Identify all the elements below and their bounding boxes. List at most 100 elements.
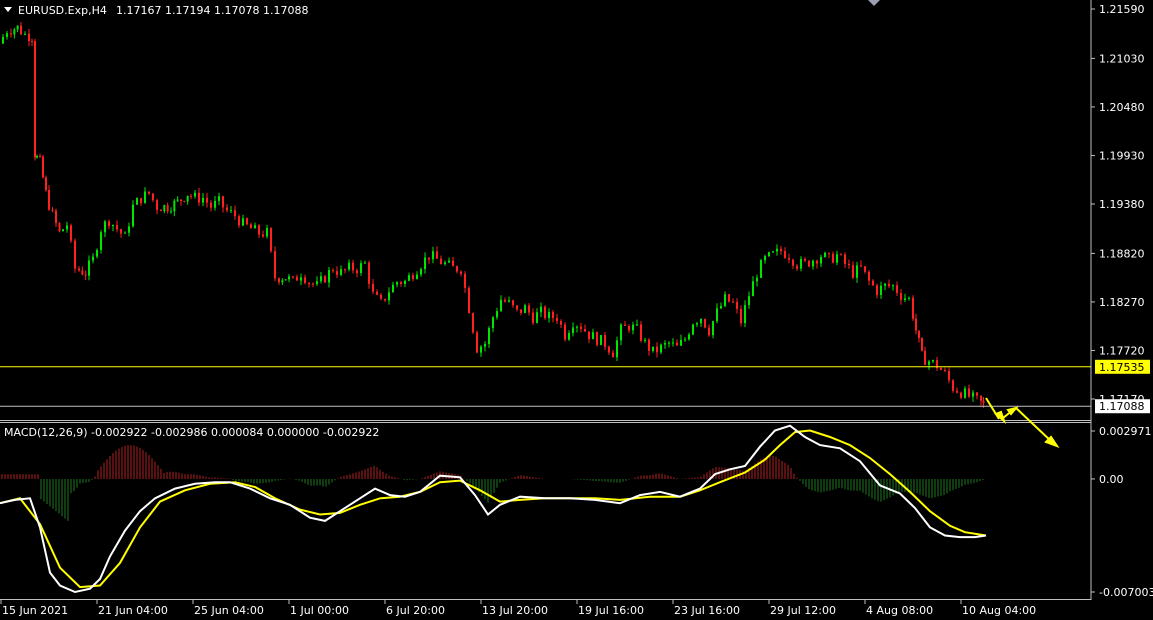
candle-body xyxy=(132,204,134,227)
candle-body xyxy=(332,270,334,272)
macd-header: MACD(12,26,9) -0.002922 -0.002986 0.0000… xyxy=(4,426,379,439)
candle-body xyxy=(982,400,985,403)
candle-body xyxy=(680,339,682,346)
symbol-label: EURUSD.Exp,H4 xyxy=(18,4,107,17)
candle-body xyxy=(258,225,260,235)
candle-body xyxy=(312,283,314,285)
candle-body xyxy=(284,279,287,281)
candle-body xyxy=(748,296,750,306)
candle-body xyxy=(512,300,514,306)
candle-body xyxy=(588,331,590,340)
candle-body xyxy=(532,312,534,323)
candle-body xyxy=(92,256,94,261)
candle-body xyxy=(180,199,182,202)
candle-body xyxy=(464,273,466,288)
candle-body xyxy=(270,228,272,252)
candle-body xyxy=(436,251,438,259)
candle-body xyxy=(194,192,196,197)
candle-body xyxy=(100,232,102,251)
candle-body xyxy=(560,321,562,325)
candle-body xyxy=(884,283,886,286)
candle-body xyxy=(828,252,830,254)
candle-body xyxy=(596,332,598,345)
candle-body xyxy=(274,251,276,279)
candle-body xyxy=(408,275,410,281)
candle-body xyxy=(580,326,582,329)
candle-body xyxy=(230,210,232,212)
candle-body xyxy=(792,259,794,266)
candle-body xyxy=(924,350,926,365)
candle-body xyxy=(356,270,358,274)
candle-body xyxy=(392,284,394,293)
candle-body xyxy=(628,325,630,331)
candle-body xyxy=(852,265,854,278)
price-axis-label: 1.17720 xyxy=(1099,344,1145,357)
candle-body xyxy=(728,294,730,302)
candle-body xyxy=(684,339,686,341)
current-price-label: 1.17088 xyxy=(1099,400,1145,413)
candle-body xyxy=(328,270,330,283)
candle-body xyxy=(921,338,923,351)
candle-body xyxy=(368,262,370,284)
candle-body xyxy=(440,258,442,265)
candle-body xyxy=(644,339,646,341)
candle-body xyxy=(848,263,850,266)
candle-body xyxy=(960,392,962,398)
candle-body xyxy=(868,271,870,281)
price-axis-label: 1.21030 xyxy=(1099,52,1145,65)
candle-body xyxy=(616,340,618,358)
scroll-marker-icon[interactable] xyxy=(868,0,880,6)
time-axis-label: 4 Aug 08:00 xyxy=(866,604,933,617)
candle-body xyxy=(956,390,958,393)
candle-body xyxy=(400,282,402,285)
candle-body xyxy=(51,209,54,211)
candle-body xyxy=(384,298,386,301)
candle-body xyxy=(604,335,606,347)
candle-body xyxy=(520,309,522,313)
candle-body xyxy=(712,321,714,336)
candle-body xyxy=(156,200,158,210)
chart-window[interactable]: EURUSD.Exp,H4 1.17167 1.17194 1.17078 1.… xyxy=(0,0,1153,620)
candle-body xyxy=(88,260,90,276)
candle-body xyxy=(915,318,917,331)
candle-body xyxy=(944,370,946,372)
candle-body xyxy=(160,209,162,212)
candle-body xyxy=(844,254,846,264)
candle-body xyxy=(170,211,172,213)
candle-body xyxy=(24,33,26,35)
current-price-tag: 1.17088 xyxy=(1095,399,1150,414)
candle-body xyxy=(636,324,638,326)
candle-body xyxy=(812,260,814,267)
candle-body xyxy=(222,196,224,208)
candle-body xyxy=(524,305,526,313)
time-axis-label: 29 Jul 12:00 xyxy=(770,604,836,617)
candle-body xyxy=(96,250,98,257)
macd-axis: 0.002971 0.00 -0.007003 xyxy=(1091,425,1153,599)
menu-triangle-icon[interactable] xyxy=(4,7,12,12)
candle-body xyxy=(39,155,41,157)
candle-body xyxy=(476,332,478,353)
candle-body xyxy=(892,285,894,287)
candle-body xyxy=(696,323,698,325)
candle-body xyxy=(6,33,8,37)
candle-body xyxy=(496,311,498,318)
arrow-segment-3[interactable] xyxy=(1015,407,1053,443)
candle-body xyxy=(816,260,818,264)
candle-body xyxy=(732,301,734,303)
candle-body xyxy=(764,256,766,261)
candle-body xyxy=(624,324,626,326)
candle-body xyxy=(796,265,798,269)
candle-body xyxy=(120,229,122,234)
candle-body xyxy=(660,344,662,353)
candle-body xyxy=(344,269,346,271)
candle-body xyxy=(536,312,538,323)
price-axis-label: 1.18820 xyxy=(1099,247,1145,260)
candle-body xyxy=(202,197,204,203)
candle-body xyxy=(31,41,33,43)
candle-body xyxy=(864,266,866,272)
candle-body xyxy=(364,262,366,264)
candle-body xyxy=(108,221,110,226)
candle-body xyxy=(676,342,678,346)
candle-body xyxy=(860,265,862,267)
candle-body xyxy=(448,260,450,263)
